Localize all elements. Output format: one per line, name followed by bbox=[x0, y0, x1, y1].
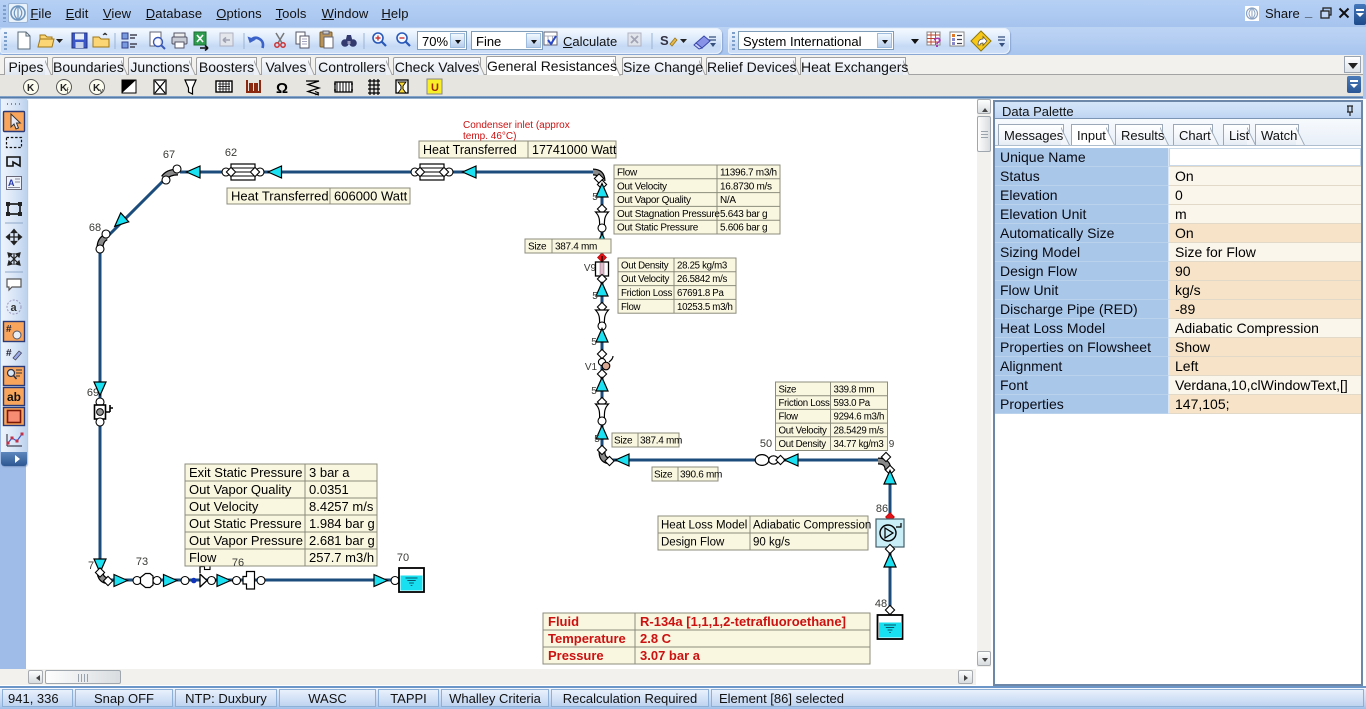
svg-text:28.25 kg/m3: 28.25 kg/m3 bbox=[677, 260, 727, 271]
svg-text:76: 76 bbox=[232, 557, 244, 569]
svg-text:7: 7 bbox=[88, 560, 94, 572]
svg-text:Heat Transferred: Heat Transferred bbox=[231, 189, 329, 204]
svg-text:#: # bbox=[6, 324, 12, 335]
svg-text:Out Stagnation Pressure: Out Stagnation Pressure bbox=[617, 209, 720, 220]
svg-text:50: 50 bbox=[760, 438, 772, 450]
svg-text:Condenser inlet (approx: Condenser inlet (approx bbox=[463, 120, 570, 131]
svg-text:f: f bbox=[67, 88, 69, 95]
svg-text:90 kg/s: 90 kg/s bbox=[753, 537, 790, 549]
svg-text:387.4 mm: 387.4 mm bbox=[555, 242, 597, 253]
svg-text:Fluid: Fluid bbox=[548, 614, 579, 629]
svg-text:Out Velocity: Out Velocity bbox=[779, 425, 828, 436]
svg-text:S: S bbox=[660, 33, 669, 48]
svg-text:V1: V1 bbox=[585, 362, 598, 373]
svg-text:28.5429 m/s: 28.5429 m/s bbox=[834, 425, 884, 436]
svg-text:5.643 bar g: 5.643 bar g bbox=[720, 209, 767, 220]
svg-text:Exit Static Pressure: Exit Static Pressure bbox=[189, 465, 302, 480]
svg-text:9: 9 bbox=[889, 439, 895, 450]
svg-text:593.0 Pa: 593.0 Pa bbox=[834, 398, 871, 409]
svg-text:Ω: Ω bbox=[276, 80, 288, 96]
svg-text:257.7 m3/h: 257.7 m3/h bbox=[309, 550, 374, 565]
svg-text:2.681 bar g: 2.681 bar g bbox=[309, 533, 375, 548]
svg-text:Out Vapor Pressure: Out Vapor Pressure bbox=[189, 533, 303, 548]
svg-text:48: 48 bbox=[875, 598, 887, 610]
svg-text:v: v bbox=[100, 88, 104, 95]
svg-text:Friction Loss: Friction Loss bbox=[621, 288, 672, 299]
svg-text:68: 68 bbox=[89, 222, 101, 234]
svg-text:11396.7 m3/h: 11396.7 m3/h bbox=[720, 168, 777, 179]
svg-text:9294.6 m3/h: 9294.6 m3/h bbox=[834, 412, 885, 423]
svg-text:Size: Size bbox=[614, 436, 633, 447]
svg-text:86: 86 bbox=[876, 503, 888, 515]
svg-text:Adiabatic Compression: Adiabatic Compression bbox=[753, 520, 871, 532]
svg-text:Flow: Flow bbox=[621, 302, 642, 313]
svg-text:N/A: N/A bbox=[720, 195, 736, 206]
svg-text:Out Vapor Quality: Out Vapor Quality bbox=[617, 195, 691, 206]
svg-text:Pressure: Pressure bbox=[548, 648, 604, 663]
svg-text:70: 70 bbox=[397, 552, 409, 564]
svg-text:Temperature: Temperature bbox=[548, 631, 626, 646]
svg-text:A: A bbox=[8, 178, 15, 188]
svg-text:17741000 Watt: 17741000 Watt bbox=[532, 143, 617, 157]
svg-text:387.4 mm: 387.4 mm bbox=[640, 436, 682, 447]
svg-text:67: 67 bbox=[163, 149, 175, 161]
svg-text:0.0351: 0.0351 bbox=[309, 482, 349, 497]
svg-text:Out Velocity: Out Velocity bbox=[189, 499, 259, 514]
svg-text:Size: Size bbox=[779, 384, 797, 395]
svg-text:73: 73 bbox=[136, 556, 148, 568]
svg-text:U: U bbox=[431, 82, 439, 94]
svg-text:62: 62 bbox=[225, 147, 237, 159]
svg-text:Out Static Pressure: Out Static Pressure bbox=[189, 516, 302, 531]
svg-text:Out Velocity: Out Velocity bbox=[617, 181, 667, 192]
svg-text:Size: Size bbox=[528, 242, 547, 253]
svg-text:#: # bbox=[6, 348, 12, 359]
svg-text:Flow: Flow bbox=[617, 168, 638, 179]
svg-text:2.8 C: 2.8 C bbox=[640, 631, 672, 646]
svg-text:67691.8 Pa: 67691.8 Pa bbox=[677, 288, 724, 299]
svg-text:Out Static Pressure: Out Static Pressure bbox=[617, 223, 699, 234]
svg-text:5: 5 bbox=[594, 434, 600, 445]
svg-text:V9: V9 bbox=[584, 263, 597, 274]
svg-text:ab: ab bbox=[7, 390, 21, 404]
svg-text:5.606 bar g: 5.606 bar g bbox=[720, 223, 767, 234]
svg-text:339.8 mm: 339.8 mm bbox=[834, 384, 875, 395]
svg-text:R-134a [1,1,1,2-tetrafluoroeth: R-134a [1,1,1,2-tetrafluoroethane] bbox=[640, 614, 846, 629]
svg-text:Out Density: Out Density bbox=[779, 439, 827, 450]
svg-text:Design Flow: Design Flow bbox=[661, 537, 725, 549]
svg-text:Out Vapor Quality: Out Vapor Quality bbox=[189, 482, 292, 497]
svg-text:5: 5 bbox=[592, 291, 598, 302]
svg-text:1.984 bar g: 1.984 bar g bbox=[309, 516, 375, 531]
svg-text:Heat Transferred: Heat Transferred bbox=[423, 143, 517, 157]
svg-text:606000 Watt: 606000 Watt bbox=[334, 189, 408, 204]
svg-text:?: ? bbox=[933, 34, 942, 50]
svg-text:5: 5 bbox=[591, 386, 597, 397]
svg-text:5: 5 bbox=[591, 337, 597, 348]
svg-text:Out Density: Out Density bbox=[621, 260, 669, 271]
svg-text:temp. 46°C): temp. 46°C) bbox=[463, 131, 516, 142]
svg-text:34.77 kg/m3: 34.77 kg/m3 bbox=[834, 439, 884, 450]
svg-text:a: a bbox=[11, 302, 18, 314]
svg-text:Flow: Flow bbox=[779, 412, 800, 423]
svg-text:Friction Loss: Friction Loss bbox=[779, 398, 830, 409]
svg-text:Heat Loss Model: Heat Loss Model bbox=[661, 520, 747, 532]
svg-text:8.4257 m/s: 8.4257 m/s bbox=[309, 499, 374, 514]
svg-text:Size: Size bbox=[654, 470, 673, 481]
svg-text:K: K bbox=[27, 83, 35, 94]
svg-text:3.07 bar a: 3.07 bar a bbox=[640, 648, 701, 663]
svg-text:390.6 mm: 390.6 mm bbox=[680, 470, 722, 481]
svg-text:26.5842 m/s: 26.5842 m/s bbox=[677, 274, 727, 285]
svg-text:10253.5 m3/h: 10253.5 m3/h bbox=[677, 302, 733, 313]
svg-text:3 bar a: 3 bar a bbox=[309, 465, 350, 480]
svg-text:Flow: Flow bbox=[189, 550, 217, 565]
svg-text:5: 5 bbox=[592, 192, 598, 203]
svg-text:Out Velocity: Out Velocity bbox=[621, 274, 670, 285]
svg-text:16.8730 m/s: 16.8730 m/s bbox=[720, 181, 772, 192]
